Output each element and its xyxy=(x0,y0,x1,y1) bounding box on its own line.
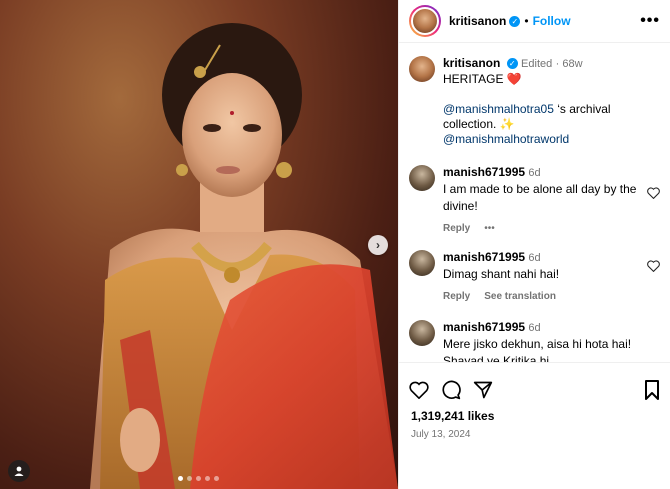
save-button[interactable] xyxy=(644,380,660,400)
comment-age: 6d xyxy=(528,167,541,179)
carousel-dot xyxy=(178,476,183,481)
caption-avatar[interactable] xyxy=(409,56,435,82)
carousel-dot xyxy=(205,476,210,481)
like-button[interactable] xyxy=(409,381,429,399)
likes-count[interactable]: 1,319,241 likes xyxy=(399,407,670,423)
more-options-icon[interactable]: ••• xyxy=(640,12,660,30)
caption: kritisanon ✓ Edited · 68w HERITAGE ❤️ @m… xyxy=(399,44,670,147)
comment-button[interactable] xyxy=(441,380,461,400)
action-bar xyxy=(399,363,670,407)
commenter-avatar[interactable] xyxy=(409,320,435,346)
commenter-username[interactable]: manish671995 xyxy=(443,250,525,264)
mention-link[interactable]: @manishmalhotraworld xyxy=(443,132,660,147)
separator-dot: • xyxy=(524,14,529,28)
heart-icon[interactable] xyxy=(647,187,660,199)
commenter-username[interactable]: manish671995 xyxy=(443,320,525,334)
verified-icon: ✓ xyxy=(506,58,518,70)
post-details-panel: kritisanon ✓ • Follow ••• kritisanon ✓ E… xyxy=(398,0,670,489)
post-header: kritisanon ✓ • Follow ••• xyxy=(399,0,670,43)
comment-text: Mere jisko dekhun, aisa hi hota hai! Sha… xyxy=(443,337,632,362)
carousel-indicator xyxy=(178,476,219,481)
comment-more-icon[interactable]: ••• xyxy=(484,221,495,236)
follow-button[interactable]: Follow xyxy=(533,14,571,28)
bookmark-icon xyxy=(645,380,659,400)
carousel-dot xyxy=(196,476,201,481)
comment: manish671995 6d Dimag shant nahi hai! Re… xyxy=(399,250,670,304)
comment: manish671995 6d I am made to be alone al… xyxy=(399,165,670,236)
comment-age: 6d xyxy=(528,252,541,264)
carousel-dot xyxy=(214,476,219,481)
post-footer: 1,319,241 likes July 13, 2024 xyxy=(399,362,670,489)
post-date: July 13, 2024 xyxy=(411,429,471,440)
user-tags-button[interactable] xyxy=(8,460,30,482)
portrait-photo xyxy=(90,23,398,489)
reply-button[interactable]: Reply xyxy=(443,221,470,236)
see-translation-link[interactable]: See translation xyxy=(484,289,556,304)
author-avatar[interactable] xyxy=(409,5,441,37)
share-button[interactable] xyxy=(473,380,493,400)
comment-icon xyxy=(442,380,461,400)
comment-text: Dimag shant nahi hai! xyxy=(443,267,560,281)
comments-list[interactable]: kritisanon ✓ Edited · 68w HERITAGE ❤️ @m… xyxy=(399,44,670,362)
heart-icon[interactable] xyxy=(647,260,660,272)
chevron-right-icon: › xyxy=(376,238,380,252)
author-username[interactable]: kritisanon xyxy=(449,14,506,28)
carousel-dot xyxy=(187,476,192,481)
verified-icon: ✓ xyxy=(509,15,521,27)
post-modal: › kritisanon ✓ • Follow ••• kritisanon ✓… xyxy=(0,0,670,489)
reply-button[interactable]: Reply xyxy=(443,289,470,304)
caption-username[interactable]: kritisanon xyxy=(443,56,500,70)
post-age: 68w xyxy=(562,58,583,70)
commenter-username[interactable]: manish671995 xyxy=(443,165,525,179)
comment-text: I am made to be alone all day by the div… xyxy=(443,182,637,213)
user-tag-icon xyxy=(14,466,24,476)
comment-age: 6d xyxy=(528,322,541,334)
comment: manish671995 6d Mere jisko dekhun, aisa … xyxy=(399,320,670,362)
post-image[interactable]: › xyxy=(0,0,398,489)
edited-label: Edited xyxy=(521,58,553,70)
commenter-avatar[interactable] xyxy=(409,165,435,191)
commenter-avatar[interactable] xyxy=(409,250,435,276)
heart-icon xyxy=(409,381,429,399)
next-image-button[interactable]: › xyxy=(368,235,388,255)
caption-line: HERITAGE ❤️ xyxy=(443,72,522,86)
mention-link[interactable]: @manishmalhotra05 xyxy=(443,102,554,116)
share-icon xyxy=(473,381,493,399)
